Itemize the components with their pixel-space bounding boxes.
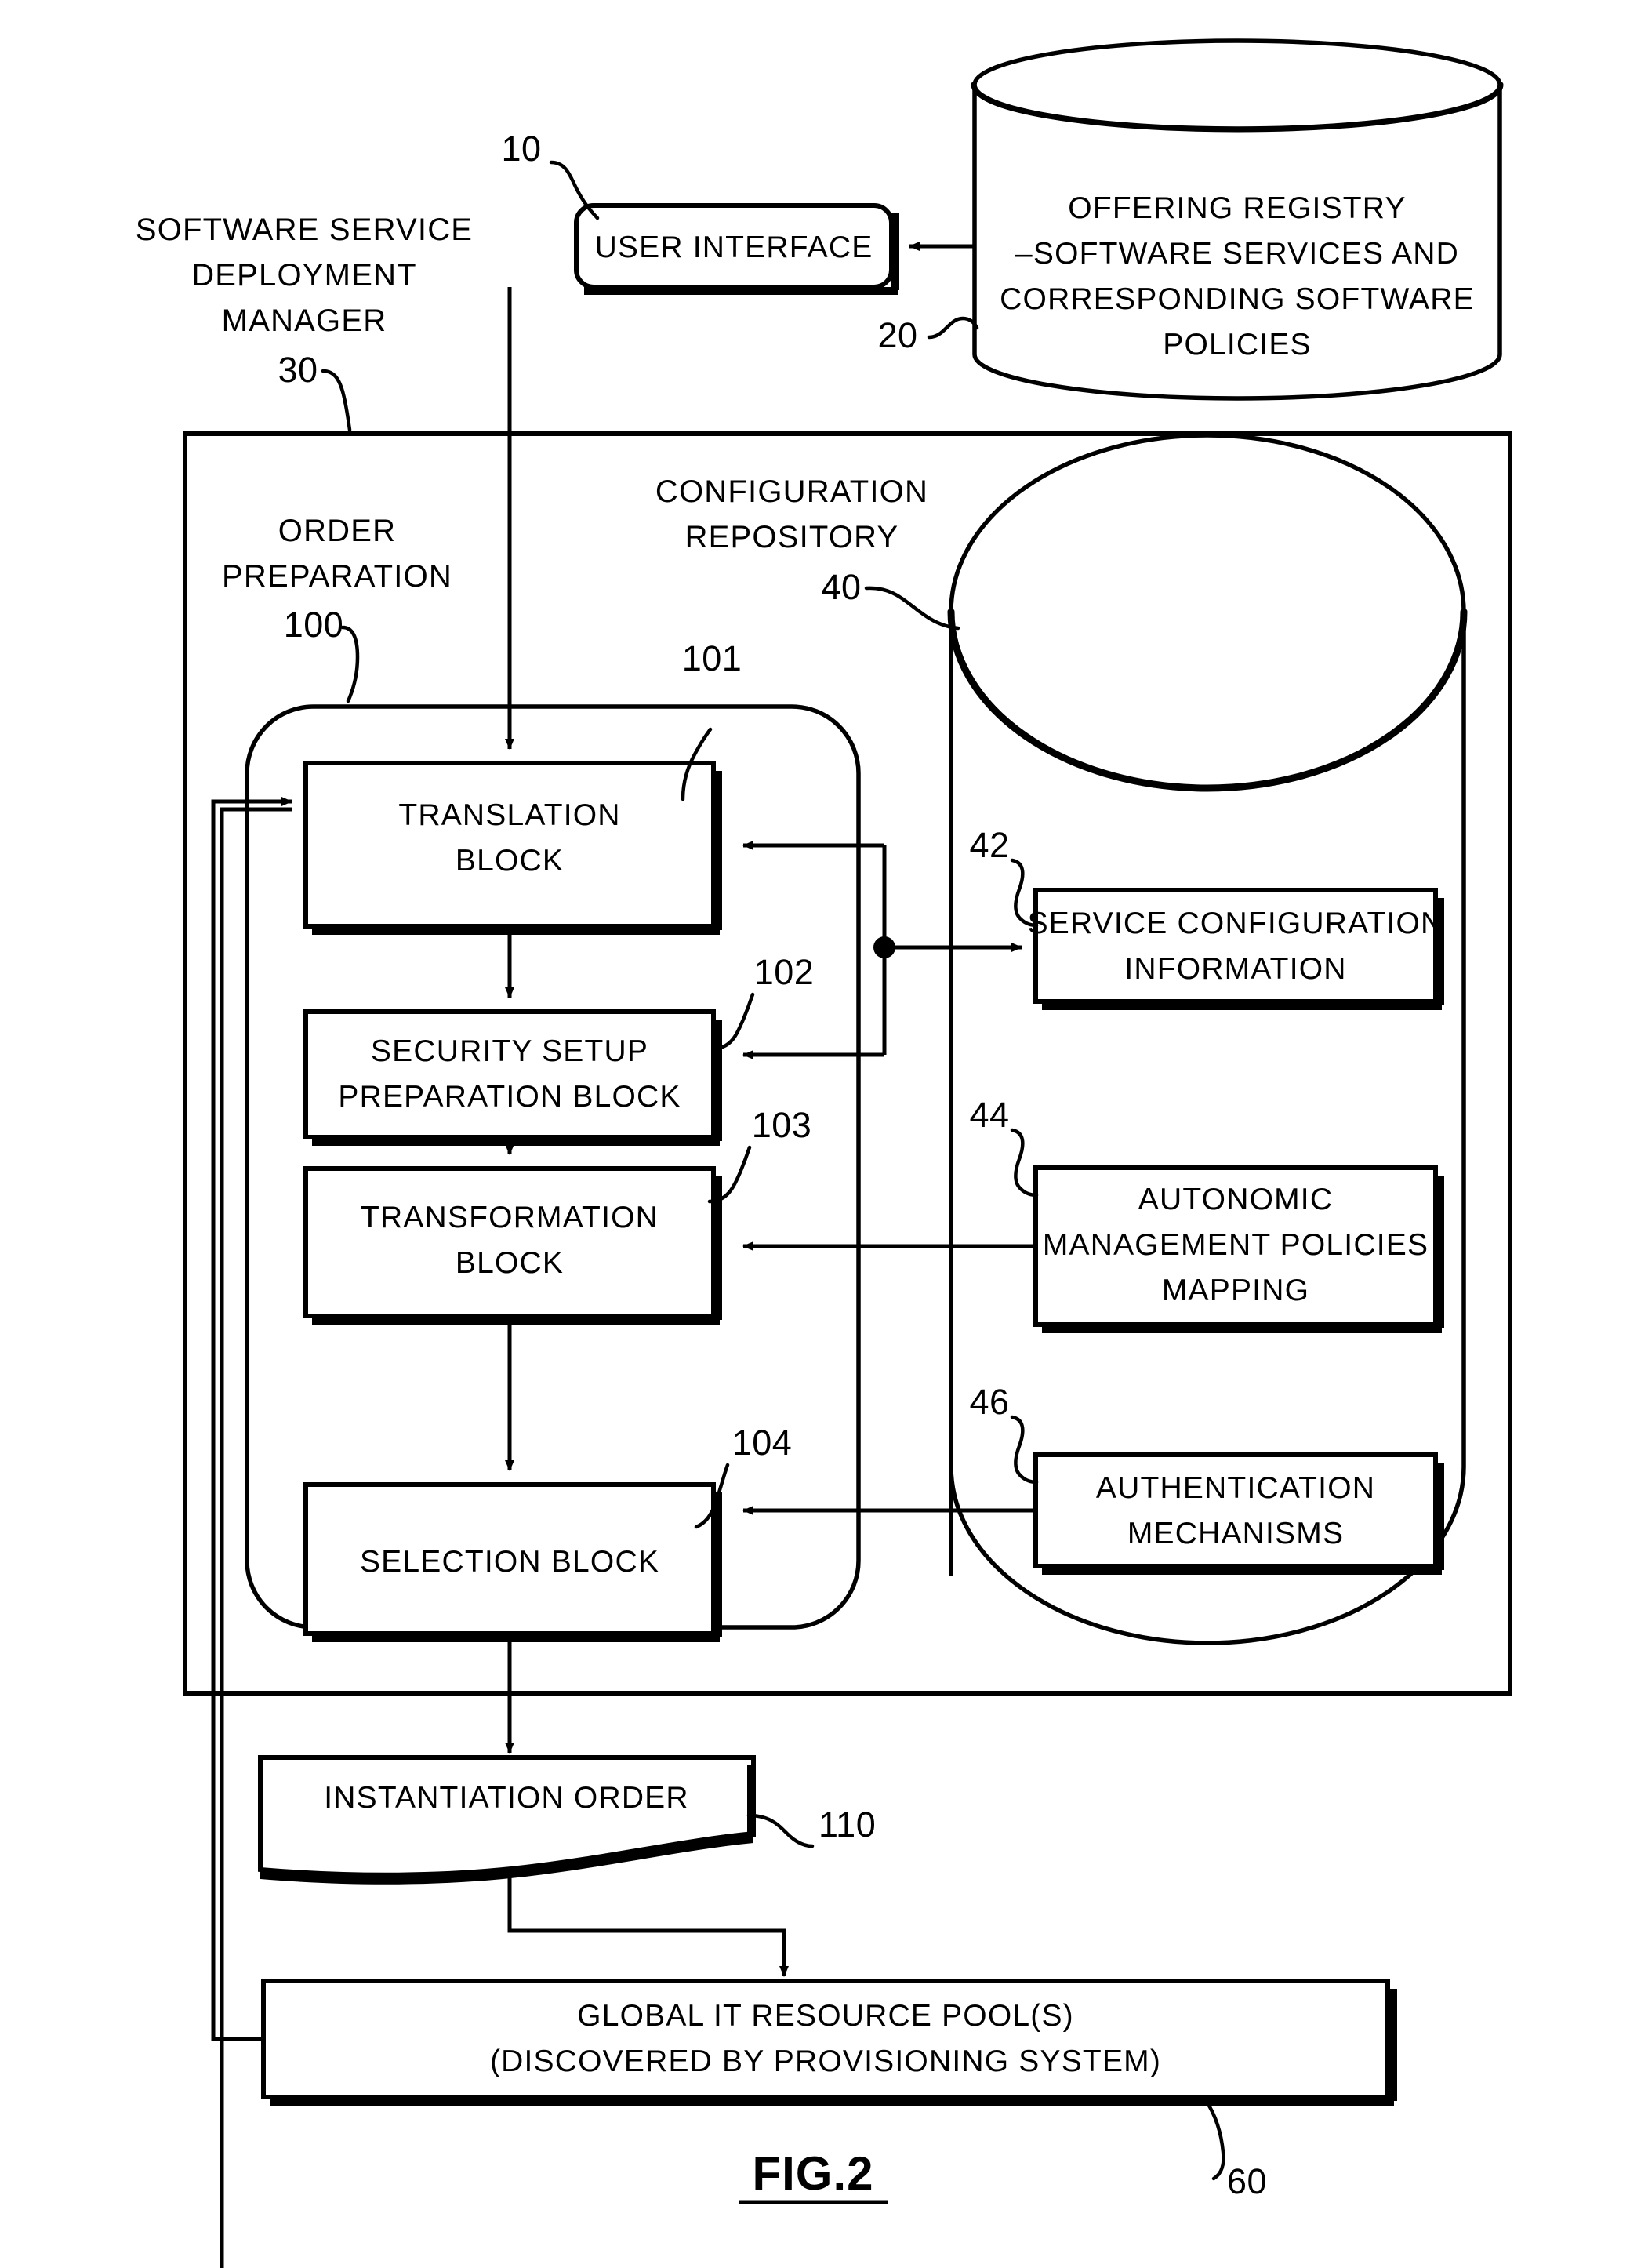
node-authentication-mechanisms: AUTHENTICATION MECHANISMS xyxy=(1033,1452,1444,1575)
node-offering-registry: OFFERING REGISTRY –SOFTWARE SERVICES AND… xyxy=(971,38,1504,401)
deployment-manager-line-3: MANAGER xyxy=(222,303,387,338)
autonomic-line-1: AUTONOMIC xyxy=(1138,1183,1333,1216)
ref-label-110: 110 xyxy=(819,1805,876,1845)
ref-label-100: 100 xyxy=(284,605,344,645)
ref-label-104: 104 xyxy=(732,1423,793,1463)
ref-label-40: 40 xyxy=(821,567,861,607)
order-preparation-line-1: ORDER xyxy=(278,514,396,548)
security-setup-line-2: PREPARATION BLOCK xyxy=(338,1080,681,1114)
service-config-line-1: SERVICE CONFIGURATION xyxy=(1028,907,1444,940)
ref-label-44: 44 xyxy=(969,1095,1009,1135)
node-translation-block: TRANSLATION BLOCK xyxy=(303,761,722,935)
offering-registry-line-1: OFFERING REGISTRY xyxy=(1068,191,1406,225)
service-config-line-2: INFORMATION xyxy=(1124,952,1346,986)
ref-label-30: 30 xyxy=(278,350,318,390)
offering-registry-line-3: CORRESPONDING SOFTWARE xyxy=(1000,282,1475,316)
transformation-block-line-1: TRANSFORMATION xyxy=(361,1201,659,1234)
node-user-interface: USER INTERFACE xyxy=(574,203,899,295)
transformation-block-line-2: BLOCK xyxy=(456,1246,564,1280)
offering-registry-line-2: –SOFTWARE SERVICES AND xyxy=(1015,237,1459,271)
ref-label-102: 102 xyxy=(754,952,815,992)
instantiation-order-label: INSTANTIATION ORDER xyxy=(324,1781,689,1815)
translation-block-line-1: TRANSLATION xyxy=(398,798,620,832)
ref-label-103: 103 xyxy=(752,1105,812,1145)
ref-label-46: 46 xyxy=(969,1382,1009,1422)
autonomic-line-3: MAPPING xyxy=(1162,1274,1309,1307)
node-selection-block: SELECTION BLOCK xyxy=(303,1482,722,1642)
ref-label-60: 60 xyxy=(1227,2161,1267,2201)
deployment-manager-line-2: DEPLOYMENT xyxy=(191,258,417,293)
ref-label-101: 101 xyxy=(682,638,742,678)
authentication-line-1: AUTHENTICATION xyxy=(1096,1471,1375,1505)
order-preparation-line-2: PREPARATION xyxy=(222,559,452,594)
security-setup-line-1: SECURITY SETUP xyxy=(371,1034,648,1068)
node-global-it-resource-pool: GLOBAL IT RESOURCE POOL(S) (DISCOVERED B… xyxy=(261,1979,1397,2106)
ref-label-20: 20 xyxy=(877,315,917,355)
configuration-repository-line-1: CONFIGURATION xyxy=(655,474,928,509)
node-autonomic-management-policies: AUTONOMIC MANAGEMENT POLICIES MAPPING xyxy=(1033,1165,1444,1333)
node-transformation-block: TRANSFORMATION BLOCK xyxy=(303,1166,722,1325)
autonomic-line-2: MANAGEMENT POLICIES xyxy=(1043,1228,1429,1262)
authentication-line-2: MECHANISMS xyxy=(1127,1517,1344,1550)
ref-label-10: 10 xyxy=(501,129,541,169)
ref-label-42: 42 xyxy=(969,825,1009,865)
figure-caption: FIG.2 xyxy=(739,2147,888,2204)
deployment-manager-line-1: SOFTWARE SERVICE xyxy=(136,213,473,247)
node-security-setup-block: SECURITY SETUP PREPARATION BLOCK xyxy=(303,1009,722,1146)
selection-block-line-1: SELECTION BLOCK xyxy=(360,1545,659,1579)
translation-block-line-2: BLOCK xyxy=(456,844,564,878)
node-service-configuration-information: SERVICE CONFIGURATION INFORMATION xyxy=(1028,888,1444,1010)
offering-registry-line-4: POLICIES xyxy=(1163,328,1312,362)
user-interface-label: USER INTERFACE xyxy=(595,231,873,264)
patent-figure: OFFERING REGISTRY –SOFTWARE SERVICES AND… xyxy=(0,0,1630,2268)
configuration-repository-line-2: REPOSITORY xyxy=(685,520,899,554)
figure-label: FIG.2 xyxy=(752,2147,873,2200)
global-pool-line-2: (DISCOVERED BY PROVISIONING SYSTEM) xyxy=(490,2044,1161,2078)
diagram-canvas: OFFERING REGISTRY –SOFTWARE SERVICES AND… xyxy=(0,0,1630,2268)
global-pool-line-1: GLOBAL IT RESOURCE POOL(S) xyxy=(577,1999,1074,2033)
